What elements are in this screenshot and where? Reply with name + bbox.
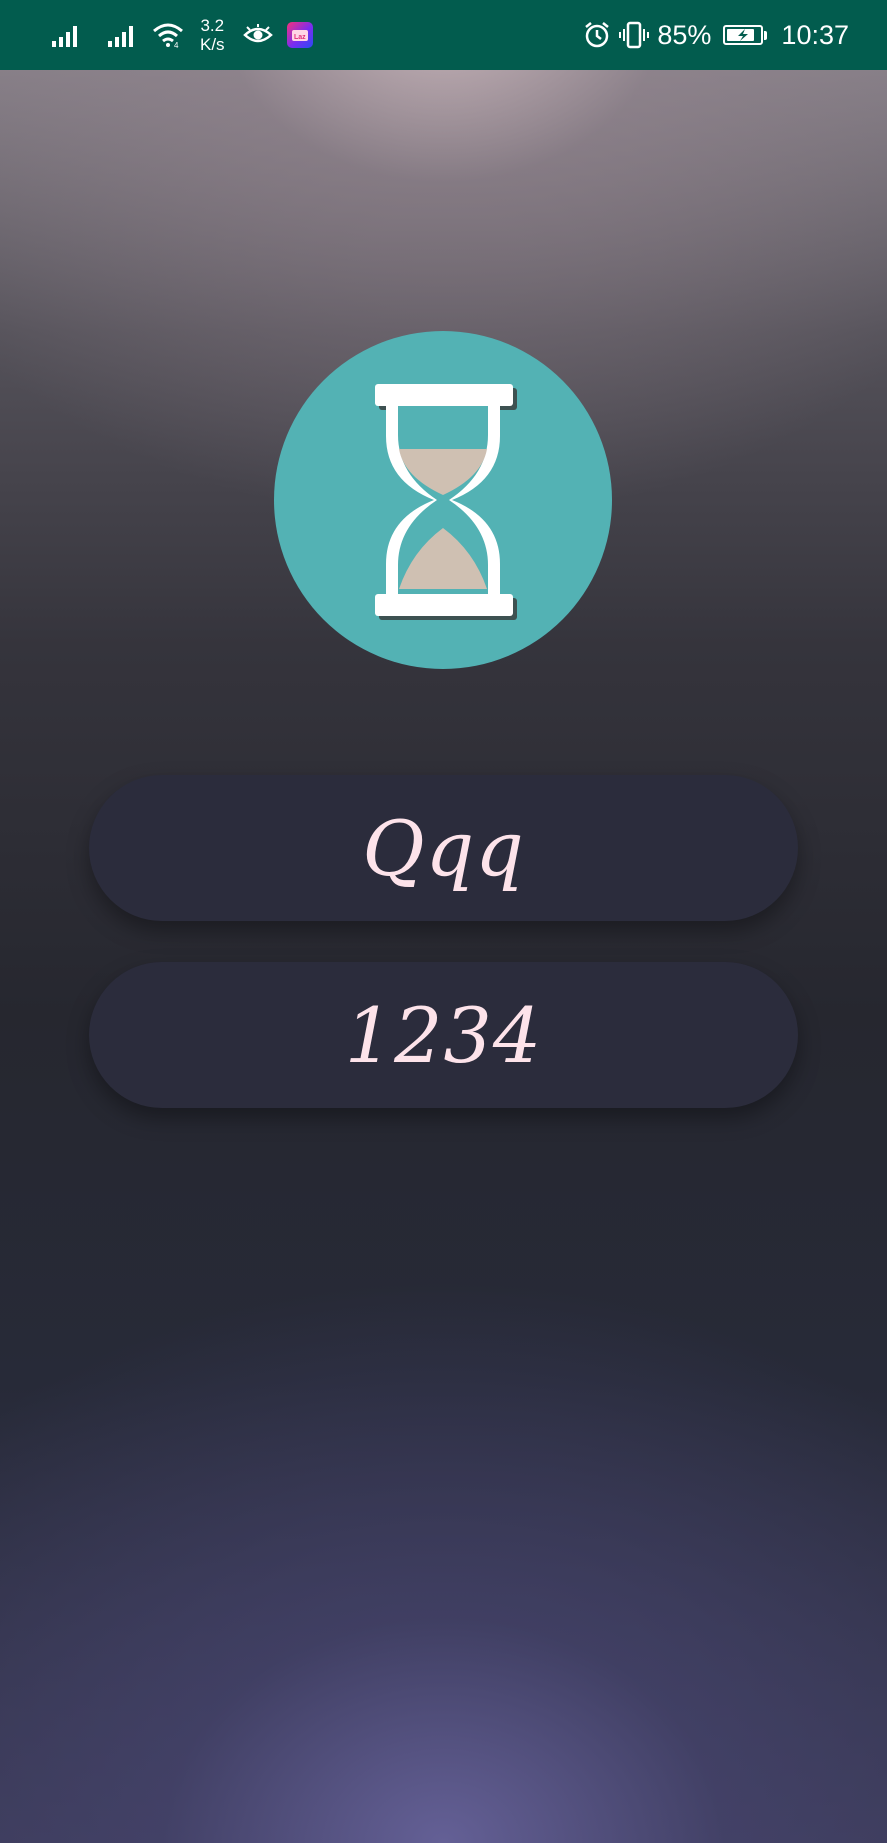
alarm-icon (585, 22, 610, 48)
app-logo (274, 331, 612, 669)
battery-percent: 85% (657, 19, 712, 50)
network-speed-value: 3.2 (200, 16, 225, 35)
signal-icon (52, 26, 77, 47)
clock-time: 10:37 (781, 19, 849, 50)
signal-icon (108, 26, 133, 47)
battery-charging-icon (723, 25, 764, 45)
username-field[interactable]: Qqq (89, 775, 798, 921)
password-value: 1234 (344, 990, 543, 1080)
eye-icon (242, 24, 273, 43)
battery-cap (764, 30, 768, 40)
status-bar-left: 4 3.2 K/s Laz (52, 0, 313, 70)
vibrate-icon (619, 21, 650, 49)
username-value: Qqq (362, 803, 525, 893)
lazada-app-icon: Laz (286, 22, 313, 48)
svg-text:4: 4 (174, 41, 179, 48)
wifi-icon: 4 (153, 23, 183, 48)
status-bar: 4 3.2 K/s Laz 85% 10:37 (0, 0, 887, 70)
svg-text:Laz: Laz (294, 34, 306, 41)
network-speed: 3.2 K/s (200, 16, 225, 54)
password-field[interactable]: 1234 (89, 962, 798, 1108)
network-speed-unit: K/s (200, 35, 225, 54)
hourglass-icon (375, 384, 517, 620)
status-bar-right: 85% 10:37 (583, 0, 849, 70)
